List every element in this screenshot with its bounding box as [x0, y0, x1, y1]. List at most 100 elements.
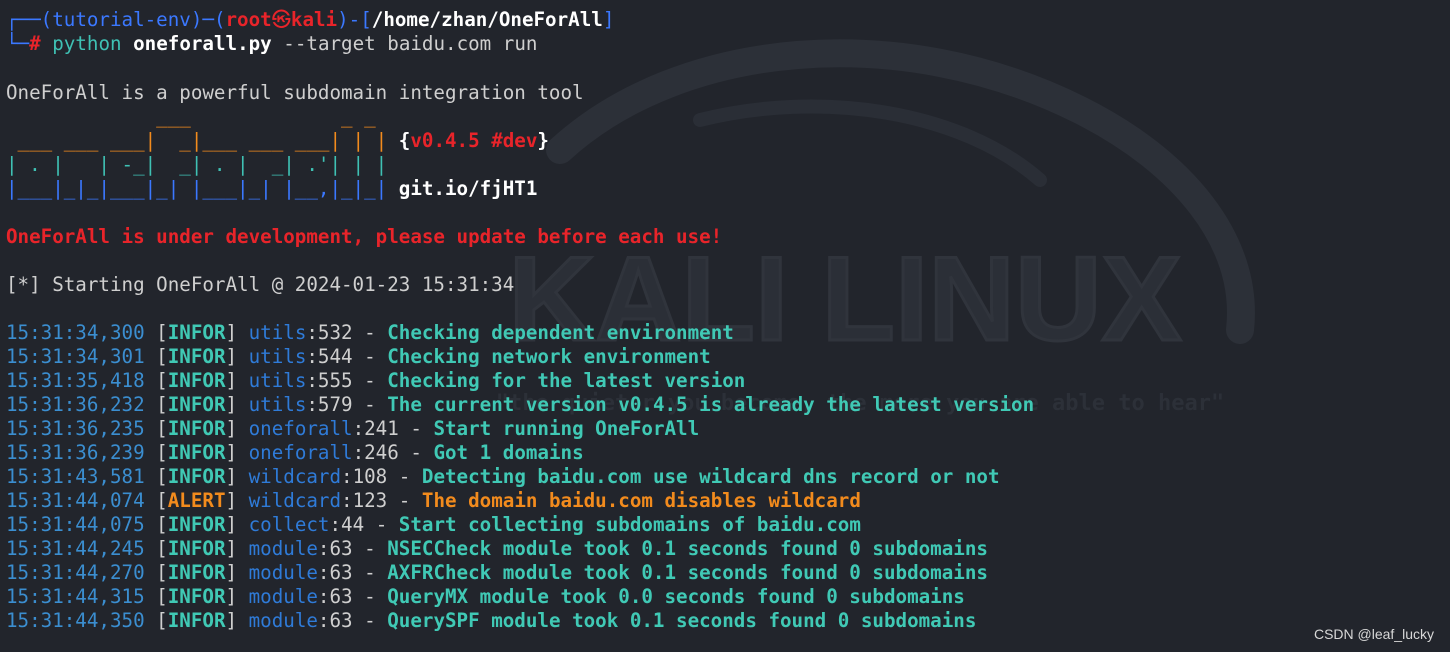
command-line[interactable]: └─# python oneforall.py --target baidu.c…	[6, 32, 537, 56]
log-module: wildcard	[248, 465, 342, 488]
log-line: 15:31:44,075 [INFOR] collect:44 - Start …	[6, 513, 861, 536]
banner-link[interactable]: git.io/fjHT1	[399, 177, 538, 200]
log-line: 15:31:34,300 [INFOR] utils:532 - Checkin…	[6, 321, 734, 344]
log-lineno: :63 -	[317, 561, 388, 584]
log-level: ALERT	[167, 489, 226, 512]
log-line: 15:31:44,350 [INFOR] module:63 - QuerySP…	[6, 609, 977, 632]
log-timestamp: 15:31:44,315	[6, 585, 145, 608]
log-timestamp: 15:31:44,074	[6, 489, 145, 512]
banner-art-line-4: |___|_|_|___|_| |___|_| |__,|_|_|	[6, 177, 388, 200]
log-timestamp: 15:31:44,350	[6, 609, 145, 632]
log-line: 15:31:44,245 [INFOR] module:63 - NSECChe…	[6, 537, 988, 560]
log-message: Checking dependent environment	[387, 321, 734, 344]
prompt-host: kali	[290, 8, 338, 31]
log-line: 15:31:44,315 [INFOR] module:63 - QueryMX…	[6, 585, 965, 608]
log-timestamp: 15:31:34,300	[6, 321, 145, 344]
banner-art-line-2: ___ ___ ___| _|___ ___ ___| | |	[6, 129, 388, 152]
log-line: 15:31:43,581 [INFOR] wildcard:108 - Dete…	[6, 465, 1000, 488]
log-message: AXFRCheck module took 0.1 seconds found …	[387, 561, 988, 584]
log-timestamp: 15:31:43,581	[6, 465, 145, 488]
log-lineno: :241 -	[352, 417, 434, 440]
log-module: wildcard	[248, 489, 342, 512]
banner-art-line-1: ___ _ _	[6, 105, 376, 128]
log-timestamp: 15:31:44,270	[6, 561, 145, 584]
log-level: INFOR	[167, 321, 226, 344]
dev-warning: OneForAll is under development, please u…	[6, 225, 723, 248]
log-message: Checking for the latest version	[387, 369, 746, 392]
banner-art-line-3: | . | | -_| _| . | _| .'| | |	[6, 153, 388, 176]
log-timestamp: 15:31:36,239	[6, 441, 145, 464]
command-python: python	[52, 32, 122, 55]
log-module: module	[248, 537, 318, 560]
banner-version: v0.4.5 #dev	[410, 129, 538, 152]
log-timestamp: 15:31:44,245	[6, 537, 145, 560]
log-line: 15:31:36,239 [INFOR] oneforall:246 - Got…	[6, 441, 584, 464]
log-timestamp: 15:31:35,418	[6, 369, 145, 392]
log-level: INFOR	[167, 585, 226, 608]
prompt-cwd: /home/zhan/OneForAll	[371, 8, 603, 31]
log-level: INFOR	[167, 417, 226, 440]
log-level: INFOR	[167, 513, 226, 536]
log-level: INFOR	[167, 561, 226, 584]
log-lineno: :63 -	[317, 609, 388, 632]
log-level: INFOR	[167, 441, 226, 464]
prompt-hash: #	[29, 32, 41, 55]
command-script: oneforall.py	[133, 32, 272, 55]
credit-watermark: CSDN @leaf_lucky	[1313, 626, 1434, 642]
log-message: NSECCheck module took 0.1 seconds found …	[387, 537, 988, 560]
log-lineno: :123 -	[341, 489, 422, 512]
log-line: 15:31:34,301 [INFOR] utils:544 - Checkin…	[6, 345, 711, 368]
log-message: Start running OneForAll	[433, 417, 700, 440]
log-line: 15:31:35,418 [INFOR] utils:555 - Checkin…	[6, 369, 746, 392]
prompt-line: ┌──(tutorial-env)─(root㉿kali)-[/home/zha…	[6, 8, 615, 31]
log-level: INFOR	[167, 369, 226, 392]
log-module: utils	[248, 345, 307, 368]
terminal-window[interactable]: KALI LINUX "the quieter you become, the …	[0, 0, 1450, 652]
log-level: INFOR	[167, 465, 226, 488]
log-lineno: :579 -	[306, 393, 388, 416]
log-level: INFOR	[167, 537, 226, 560]
log-line: 15:31:36,235 [INFOR] oneforall:241 - Sta…	[6, 417, 700, 440]
log-level: INFOR	[167, 609, 226, 632]
log-module: utils	[248, 393, 307, 416]
log-message: QueryMX module took 0.0 seconds found 0 …	[387, 585, 965, 608]
log-line: 15:31:44,270 [INFOR] module:63 - AXFRChe…	[6, 561, 988, 584]
prompt-at-glyph: ㉿	[271, 8, 291, 31]
log-level: INFOR	[167, 393, 226, 416]
log-lineno: :44 -	[329, 513, 399, 536]
banner-row-4: |___|_|_|___|_| |___|_| |__,|_|_| git.io…	[6, 177, 537, 201]
log-module: oneforall	[248, 417, 353, 440]
log-module: module	[248, 585, 318, 608]
banner-row-2: ___ ___ ___| _|___ ___ ___| | | {v0.4.5 …	[6, 129, 549, 152]
log-message: Start collecting subdomains of baidu.com	[398, 513, 861, 536]
log-timestamp: 15:31:34,301	[6, 345, 145, 368]
log-timestamp: 15:31:44,075	[6, 513, 145, 536]
log-module: collect	[248, 513, 330, 536]
log-lineno: :63 -	[317, 537, 388, 560]
log-lineno: :532 -	[306, 321, 388, 344]
intro-text: OneForAll is a powerful subdomain integr…	[6, 81, 584, 104]
log-message: Detecting baidu.com use wildcard dns rec…	[421, 465, 1000, 488]
log-timestamp: 15:31:36,232	[6, 393, 145, 416]
log-module: module	[248, 561, 318, 584]
log-module: module	[248, 609, 318, 632]
log-module: oneforall	[248, 441, 353, 464]
command-args: --target baidu.com run	[283, 32, 538, 55]
log-message: Got 1 domains	[433, 441, 584, 464]
prompt-user: root	[225, 8, 272, 31]
log-message: The current version v0.4.5 is already th…	[387, 393, 1035, 416]
log-lineno: :544 -	[306, 345, 388, 368]
log-message: QuerySPF module took 0.1 seconds found 0…	[387, 609, 977, 632]
log-lineno: :63 -	[317, 585, 388, 608]
prompt-env: tutorial-env	[52, 8, 191, 31]
log-lineno: :555 -	[306, 369, 388, 392]
log-lineno: :246 -	[352, 441, 434, 464]
log-timestamp: 15:31:36,235	[6, 417, 145, 440]
log-level: INFOR	[167, 345, 226, 368]
log-lineno: :108 -	[341, 465, 422, 488]
log-line: 15:31:44,074 [ALERT] wildcard:123 - The …	[6, 489, 861, 512]
log-module: utils	[248, 321, 307, 344]
log-line: 15:31:36,232 [INFOR] utils:579 - The cur…	[6, 393, 1035, 416]
starting-line: [*] Starting OneForAll @ 2024-01-23 15:3…	[6, 273, 515, 296]
log-module: utils	[248, 369, 307, 392]
